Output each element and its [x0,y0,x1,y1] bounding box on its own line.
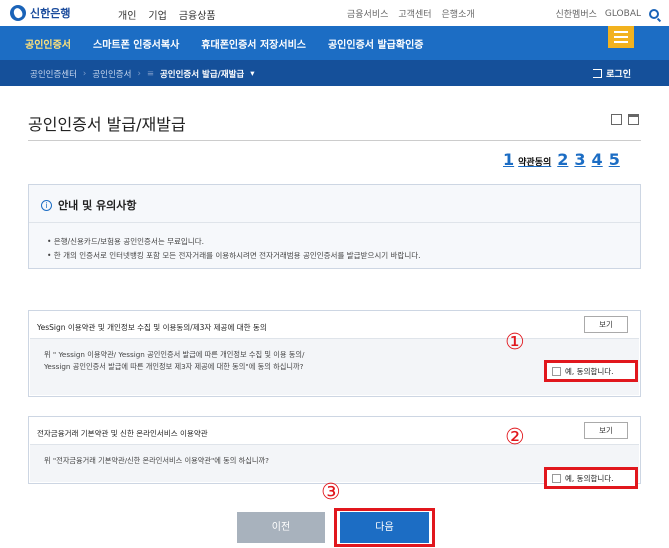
annotation-marker-1: ① [505,330,525,355]
view-terms-button[interactable]: 보기 [584,422,628,439]
notice-list: • 은행/신용카드/보험용 공인인증서는 무료입니다. • 한 개의 인증서로 … [47,235,421,263]
agree-checkbox-yessign[interactable]: 예, 동의합니다. [544,360,638,382]
page-tools [611,114,639,125]
notice-box: i 안내 및 유의사항 • 은행/신용카드/보험용 공인인증서는 무료입니다. … [28,184,641,269]
chevron-right-icon: › [82,69,87,79]
search-icon[interactable] [649,8,659,19]
agree-checkbox-electronic-finance[interactable]: 예, 동의합니다. [544,467,638,489]
annotation-marker-3: ③ [321,480,341,505]
agreement-title: 전자금융거래 기본약관 및 신한 온라인서비스 이용약관 [37,429,208,438]
step-5: 5 [608,150,620,169]
list-icon: ≡ [146,69,154,79]
step-4: 4 [591,150,603,169]
top-nav-personal[interactable]: 개인 [118,7,136,22]
checkbox-icon[interactable] [552,473,561,483]
shinhan-logo[interactable]: 신한은행 [10,5,70,21]
main-nav-smartphone-copy[interactable]: 스마트폰 인증서복사 [93,36,179,51]
agreement-question: 위 " Yessign 이용약관/ Yessign 공인인증서 발급에 따른 개… [44,349,304,373]
step-indicator: 1 약관동의 2 3 4 5 [503,150,620,169]
agreement-question: 위 "전자금융거래 기본약관/신한 온라인서비스 이용약관"에 동의 하십니까? [44,455,269,467]
agreement-question-line: 위 "전자금융거래 기본약관/신한 온라인서비스 이용약관"에 동의 하십니까? [44,456,269,465]
save-icon[interactable] [611,114,622,125]
print-icon[interactable] [628,114,639,125]
consent-label: 예, 동의합니다. [565,473,614,483]
top-link-customer-center[interactable]: 고객센터 [398,7,431,20]
agreement-question-area: 위 "전자금융거래 기본약관/신한 온라인서비스 이용약관"에 동의 하십니까?… [30,444,639,489]
shinhan-logo-icon [10,5,26,21]
notice-title: 안내 및 유의사항 [58,199,137,212]
notice-item: • 은행/신용카드/보험용 공인인증서는 무료입니다. [47,237,205,246]
agreement-question-area: 위 " Yessign 이용약관/ Yessign 공인인증서 발급에 따른 개… [30,338,639,395]
step-1-active: 1 약관동의 [503,150,551,169]
menu-icon-line [614,31,628,33]
step-2: 2 [557,150,569,169]
next-button[interactable]: 다음 [340,512,429,543]
step-number: 1 [503,150,515,169]
step-active-label: 약관동의 [518,158,552,168]
top-links: 금융서비스 고객센터 은행소개 [347,7,475,20]
breadcrumb-bar: 공인인증센터 › 공인인증서 › ≡ 공인인증서 발급/재발급 ▾ 로그인 [0,60,669,86]
top-right-links: 신한멤버스 GLOBAL [555,7,659,20]
breadcrumb: 공인인증센터 › 공인인증서 › ≡ 공인인증서 발급/재발급 ▾ [30,68,255,80]
step-3: 3 [574,150,586,169]
logo-text: 신한은행 [30,7,71,20]
agreement-electronic-finance: 전자금융거래 기본약관 및 신한 온라인서비스 이용약관 보기 위 "전자금융거… [28,416,641,489]
chevron-right-icon: › [137,69,141,79]
agreement-question-line: 위 " Yessign 이용약관/ Yessign 공인인증서 발급에 따른 개… [44,350,305,359]
chevron-down-icon[interactable]: ▾ [250,69,254,79]
title-divider [28,140,641,141]
notice-divider [29,222,640,223]
agreement-title: YesSign 이용약관 및 개인정보 수집 및 이용동의/제3자 제공에 대한… [37,323,267,332]
top-link-about-bank[interactable]: 은행소개 [442,7,475,20]
info-icon: i [41,199,52,211]
login-icon [593,69,603,78]
consent-label: 예, 동의합니다. [565,366,614,376]
main-nav-certificate[interactable]: 공인인증서 [25,36,71,51]
breadcrumb-item[interactable]: 공인인증센터 [30,68,77,80]
top-utility-bar: 신한은행 개인 기업 금융상품 금융서비스 고객센터 은행소개 신한멤버스 GL… [0,0,669,26]
page-title: 공인인증서 발급/재발급 [28,115,186,134]
breadcrumb-item[interactable]: 공인인증서 [92,68,131,80]
login-button[interactable]: 로그인 [593,67,631,80]
main-nav: 공인인증서 스마트폰 인증서복사 휴대폰인증서 저장서비스 공인인증서 발급확인… [0,26,669,60]
checkbox-icon[interactable] [552,366,561,376]
notice-item: • 한 개의 인증서로 인터넷뱅킹 포함 모든 전자거래를 이용하시려면 전자거… [47,251,421,260]
top-link-financial-services[interactable]: 금융서비스 [347,7,388,20]
agreement-question-line: Yessign 공인인증서 발급에 따른 개인정보 제3자 제공에 대한 동의"… [44,362,304,371]
top-link-members[interactable]: 신한멤버스 [555,7,596,20]
top-nav-corporate[interactable]: 기업 [148,7,166,22]
login-label: 로그인 [606,70,631,80]
main-nav-mobile-storage[interactable]: 휴대폰인증서 저장서비스 [201,36,306,51]
agreement-yessign: YesSign 이용약관 및 개인정보 수집 및 이용동의/제3자 제공에 대한… [28,310,641,397]
menu-icon-line [614,36,628,38]
annotation-marker-2: ② [505,425,525,450]
top-link-global[interactable]: GLOBAL [605,9,641,19]
menu-icon-line [614,41,628,43]
top-nav: 개인 기업 금융상품 [118,7,216,22]
top-nav-products[interactable]: 금융상품 [179,7,216,22]
main-nav-issue-confirm[interactable]: 공인인증서 발급확인증 [328,36,423,51]
view-terms-button[interactable]: 보기 [584,316,628,333]
prev-button[interactable]: 이전 [237,512,325,543]
menu-button[interactable] [608,26,634,48]
breadcrumb-current[interactable]: 공인인증서 발급/재발급 [160,68,244,80]
